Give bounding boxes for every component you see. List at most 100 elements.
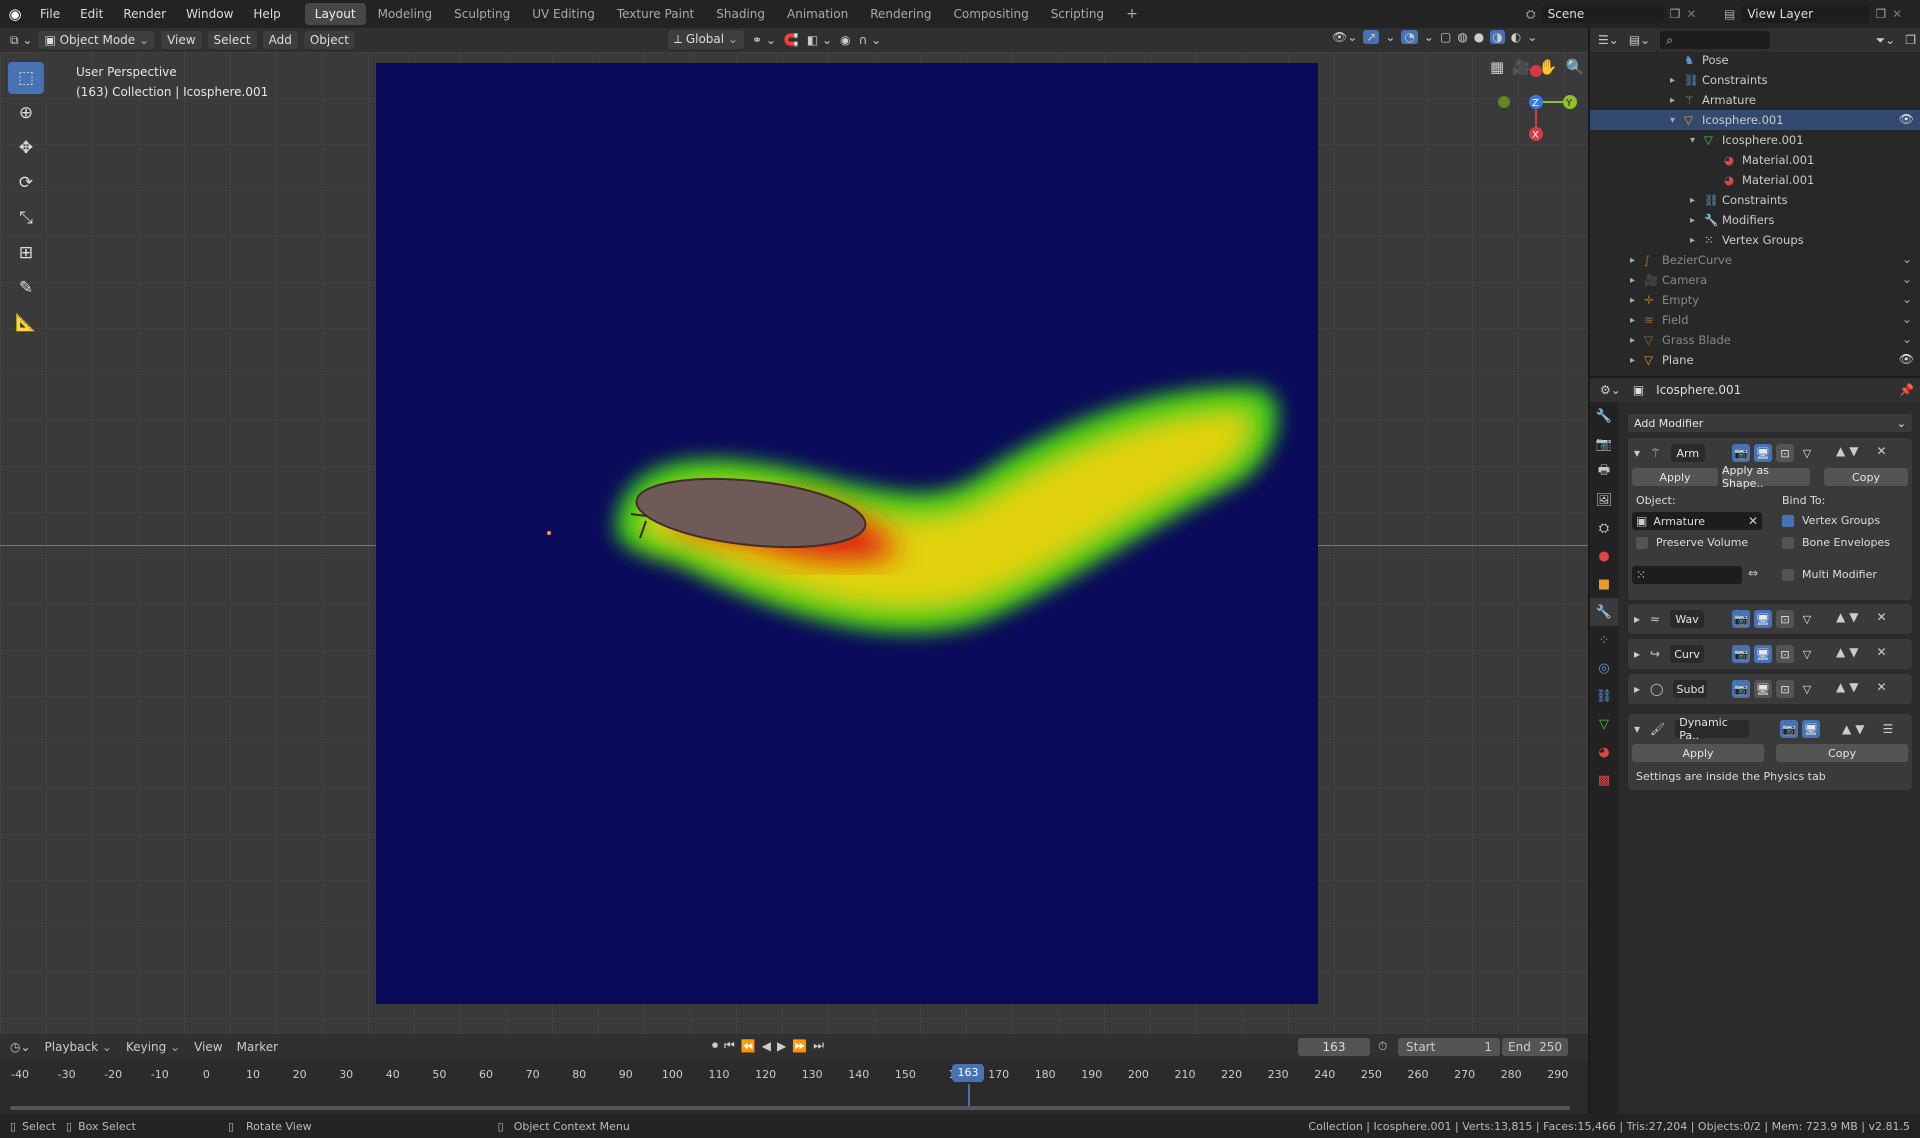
current-frame-field[interactable]: 163: [1298, 1038, 1370, 1056]
editmode-toggle-icon[interactable]: ⊡: [1776, 610, 1794, 628]
play-icon[interactable]: ▶: [777, 1039, 786, 1053]
constraints-tab-icon[interactable]: ⛓: [1590, 682, 1618, 710]
keying-menu[interactable]: Keying: [126, 1040, 180, 1054]
viewport-toggle-icon[interactable]: 🖥: [1754, 444, 1772, 462]
measure-tool[interactable]: 📐: [8, 307, 44, 339]
remove-modifier-icon[interactable]: ✕: [1876, 444, 1886, 458]
outliner-row[interactable]: ▸ ⛓ Constraints: [1670, 70, 1920, 90]
outliner-row[interactable]: ▸ 🔧 Modifiers: [1690, 210, 1920, 230]
menu-help[interactable]: Help: [243, 7, 290, 21]
render-toggle-icon[interactable]: 📷: [1780, 720, 1798, 738]
visibility-eye-icon[interactable]: 👁: [1899, 112, 1914, 126]
gizmo-dropdown-icon[interactable]: ⌄: [1385, 30, 1395, 44]
mode-selector[interactable]: ▣ Object Mode: [38, 31, 156, 49]
outliner-row[interactable]: ♞ Pose: [1670, 50, 1920, 70]
tab-shading[interactable]: Shading: [706, 3, 775, 25]
snap-target-icon[interactable]: ◧ ⌄: [807, 33, 832, 47]
remove-modifier-icon[interactable]: ✕: [1876, 645, 1886, 659]
move-up-icon[interactable]: ▲: [1836, 610, 1845, 624]
menu-window[interactable]: Window: [176, 7, 243, 21]
expand-arrow-icon[interactable]: ▸: [1690, 235, 1704, 246]
menu-render[interactable]: Render: [113, 7, 176, 21]
view-layer-tab-icon[interactable]: 🖼: [1590, 486, 1618, 514]
vertex-group-field[interactable]: ⁙: [1632, 566, 1742, 584]
filter-icon[interactable]: ⏷⌄: [1876, 33, 1896, 48]
tab-sculpting[interactable]: Sculpting: [444, 3, 520, 25]
overlay-icon[interactable]: ◔: [1401, 30, 1418, 44]
copy-button[interactable]: Copy: [1824, 468, 1908, 486]
annotate-tool[interactable]: ✎: [8, 272, 44, 304]
add-modifier-dropdown[interactable]: Add Modifier ⌄: [1628, 414, 1912, 432]
dynamic-paint-copy-button[interactable]: Copy: [1776, 744, 1908, 762]
expand-arrow-icon[interactable]: ▸: [1630, 315, 1644, 326]
rotate-tool[interactable]: ⟳: [8, 167, 44, 199]
expand-arrow-icon[interactable]: ▸: [1630, 295, 1644, 306]
outliner-row[interactable]: ▸ ⛓ Constraints: [1690, 190, 1920, 210]
expand-arrow-icon[interactable]: ▸: [1634, 647, 1640, 661]
view-layer-field[interactable]: View Layer: [1741, 5, 1870, 23]
prev-keyframe-icon[interactable]: ⏪: [741, 1039, 756, 1053]
chevron-down-icon[interactable]: ⌄: [1902, 292, 1912, 306]
outliner-row[interactable]: ▸ ∫ BezierCurve: [1630, 250, 1900, 270]
modifier-options-icon[interactable]: ☰: [1882, 722, 1893, 736]
dynamic-paint-name[interactable]: Dynamic Pa..: [1675, 716, 1750, 742]
editor-type-icon[interactable]: ⧉ ⌄: [10, 33, 32, 48]
move-up-icon[interactable]: ▲: [1836, 645, 1845, 659]
visibility-eye-icon[interactable]: 👁: [1899, 352, 1914, 366]
expand-arrow-icon[interactable]: ▸: [1634, 682, 1640, 696]
object-tab-icon[interactable]: ■: [1590, 570, 1618, 598]
remove-modifier-icon[interactable]: ✕: [1876, 610, 1886, 624]
apply-as-shape-button[interactable]: Apply as Shape..: [1722, 464, 1810, 490]
expand-arrow-icon[interactable]: ▾: [1670, 115, 1684, 126]
physics-tab-icon[interactable]: ◎: [1590, 654, 1618, 682]
solid-shading-icon[interactable]: ●: [1474, 30, 1484, 44]
view-layer-icon[interactable]: ▤: [1724, 7, 1735, 21]
orientation-selector[interactable]: ⟂ Global: [668, 30, 744, 49]
modifier-name-field[interactable]: Curv: [1670, 645, 1705, 663]
jump-start-icon[interactable]: ⏮: [724, 1038, 735, 1053]
material-tab-icon[interactable]: ◕: [1590, 738, 1618, 766]
outliner-row[interactable]: ▾ ▽ Icosphere.001: [1590, 110, 1920, 130]
world-tab-icon[interactable]: ●: [1590, 542, 1618, 570]
chevron-down-icon[interactable]: ⌄: [1902, 272, 1912, 286]
move-up-icon[interactable]: ▲: [1836, 444, 1845, 458]
expand-arrow-icon[interactable]: ▾: [1690, 135, 1704, 146]
chevron-down-icon[interactable]: ⌄: [1902, 312, 1912, 326]
move-down-icon[interactable]: ▼: [1849, 680, 1858, 694]
editmode-toggle-icon[interactable]: ⊡: [1776, 444, 1794, 462]
armature-modifier-name[interactable]: Arm: [1670, 444, 1705, 462]
outliner-row[interactable]: ◕ Material.001: [1710, 170, 1920, 190]
tab-modeling[interactable]: Modeling: [368, 3, 443, 25]
expand-arrow-icon[interactable]: ▸: [1690, 195, 1704, 206]
next-keyframe-icon[interactable]: ⏩: [792, 1039, 807, 1053]
output-tab-icon[interactable]: 🖶: [1590, 458, 1618, 486]
scale-tool[interactable]: ⤡: [8, 202, 44, 234]
tab-uv-editing[interactable]: UV Editing: [522, 3, 605, 25]
move-up-icon[interactable]: ▲: [1842, 722, 1851, 736]
render-toggle-icon[interactable]: 📷: [1732, 680, 1750, 698]
outliner-row[interactable]: ▾ ▽ Icosphere.001: [1690, 130, 1920, 150]
dynamic-paint-canvas[interactable]: [376, 63, 1318, 1004]
expand-arrow-icon[interactable]: ▸: [1630, 275, 1644, 286]
outliner-row[interactable]: ▸ ▽ Plane: [1630, 350, 1900, 370]
collapse-arrow-icon[interactable]: ▾: [1634, 446, 1640, 460]
expand-arrow-icon[interactable]: ▸: [1634, 612, 1640, 626]
tool-tab-icon[interactable]: 🔧: [1590, 402, 1618, 430]
frame-ruler[interactable]: -40 -30 -20 -10 0 10 20 30 40 50 60 70 80 90 100 110 120…: [0, 1060, 1588, 1084]
scene-tab-icon[interactable]: ⛭: [1590, 514, 1618, 542]
overlay-dropdown-icon[interactable]: ⌄: [1424, 30, 1434, 44]
viewport-toggle-icon[interactable]: 🖥: [1802, 720, 1820, 738]
chevron-down-icon[interactable]: ⌄: [1902, 252, 1912, 266]
outliner-row[interactable]: ▸ ≋ Field: [1630, 310, 1900, 330]
particles-tab-icon[interactable]: ⁘: [1590, 626, 1618, 654]
render-toggle-icon[interactable]: 📷: [1732, 444, 1750, 462]
expand-arrow-icon[interactable]: ▸: [1630, 335, 1644, 346]
armature-object-field[interactable]: ▣ Armature ✕: [1632, 512, 1762, 530]
expand-arrow-icon[interactable]: ▸: [1670, 95, 1684, 106]
on-cage-toggle-icon[interactable]: ▽: [1798, 680, 1816, 698]
on-cage-toggle-icon[interactable]: ▽: [1798, 610, 1816, 628]
pivot-icon[interactable]: ⚭ ⌄: [752, 33, 776, 47]
axis-gizmo-svg[interactable]: Z Y X: [1492, 58, 1582, 148]
modifier-tab-icon[interactable]: 🔧: [1590, 598, 1618, 626]
jump-end-icon[interactable]: ⏭: [813, 1038, 824, 1053]
